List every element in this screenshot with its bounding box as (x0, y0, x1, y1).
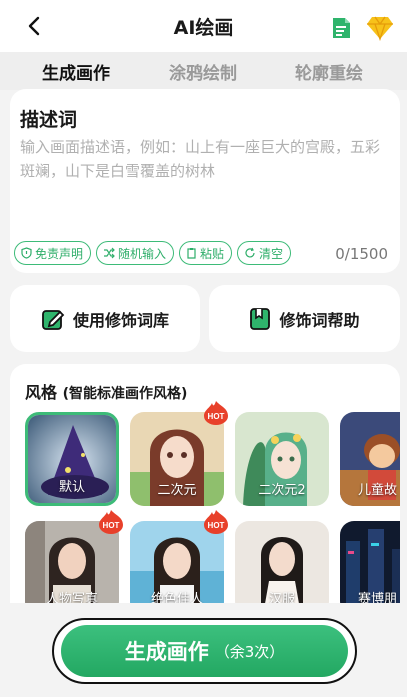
modifier-help-button[interactable]: 修饰词帮助 (209, 285, 400, 352)
clear-label: 清空 (259, 246, 284, 261)
shield-icon (21, 247, 32, 259)
bottom-bar: 生成画作 （余3次） (0, 603, 407, 697)
disclaimer-chip[interactable]: 免责声明 (14, 241, 92, 265)
svg-text:HOT: HOT (103, 521, 120, 530)
style-anime[interactable]: 二次元 (130, 412, 224, 506)
style-card: 风格 (智能标准画作风格) 默认 二次元 HOT 二次元2 儿童故 人物写真 H… (10, 364, 400, 604)
description-title: 描述词 (20, 109, 78, 131)
style-label: 汉服 (268, 592, 295, 604)
random-input-label: 随机输入 (118, 246, 167, 261)
style-label: 人物写真 (45, 592, 98, 604)
svg-text:HOT: HOT (208, 412, 225, 421)
generate-label: 生成画作 (124, 640, 209, 664)
diamond-icon[interactable] (366, 15, 394, 41)
style-anime-2[interactable]: 二次元2 (235, 412, 329, 506)
edit-icon (42, 309, 65, 330)
style-label: 默认 (58, 480, 85, 495)
style-cyberpunk[interactable]: 赛博朋 (340, 521, 400, 604)
tab-generate[interactable]: 生成画作 (42, 59, 110, 84)
header: AI绘画 (0, 0, 407, 52)
style-children-story[interactable]: 儿童故 (340, 412, 400, 506)
modifier-library-label: 使用修饰词库 (72, 310, 169, 330)
tab-bar: 生成画作 涂鸦绘制 轮廓重绘 (0, 52, 407, 90)
description-input[interactable]: 输入画面描述语，例如：山上有一座巨大的宫殿，五彩斑斓，山下是白雪覆盖的树林 (20, 135, 390, 183)
tab-doodle[interactable]: 涂鸦绘制 (169, 59, 237, 84)
paste-label: 粘贴 (200, 246, 225, 261)
style-default[interactable]: 默认 (25, 412, 119, 506)
shuffle-icon (104, 247, 115, 259)
style-label: 二次元 (157, 483, 197, 498)
generate-button[interactable]: 生成画作 （余3次） (52, 618, 357, 684)
paste-icon (187, 248, 196, 259)
svg-text:HOT: HOT (208, 521, 225, 530)
style-hanfu[interactable]: 汉服 (235, 521, 329, 604)
hot-badge-icon: HOT (204, 510, 228, 534)
disclaimer-label: 免责声明 (35, 246, 84, 261)
book-icon (250, 307, 271, 330)
clear-chip[interactable]: 清空 (237, 241, 292, 265)
hot-badge-icon: HOT (204, 401, 228, 425)
description-card: 描述词 输入画面描述语，例如：山上有一座巨大的宫殿，五彩斑斓，山下是白雪覆盖的树… (10, 89, 400, 273)
style-label: 儿童故 (358, 483, 398, 498)
hot-badge-icon: HOT (99, 510, 123, 534)
style-label: 赛博朋 (358, 592, 398, 604)
modifier-help-label: 修饰词帮助 (279, 310, 360, 330)
style-section-title: 风格 (智能标准画作风格) (25, 383, 188, 402)
refresh-icon (245, 247, 255, 258)
remaining-count: （余3次） (214, 642, 285, 661)
modifier-library-button[interactable]: 使用修饰词库 (10, 285, 200, 352)
random-input-chip[interactable]: 随机输入 (96, 241, 175, 265)
document-icon[interactable] (330, 17, 352, 39)
char-counter: 0/1500 (335, 245, 388, 263)
paste-chip[interactable]: 粘贴 (179, 241, 233, 265)
style-label: 绝色佳人 (150, 592, 203, 604)
style-label: 二次元2 (258, 483, 306, 498)
tab-outline[interactable]: 轮廓重绘 (295, 59, 363, 84)
